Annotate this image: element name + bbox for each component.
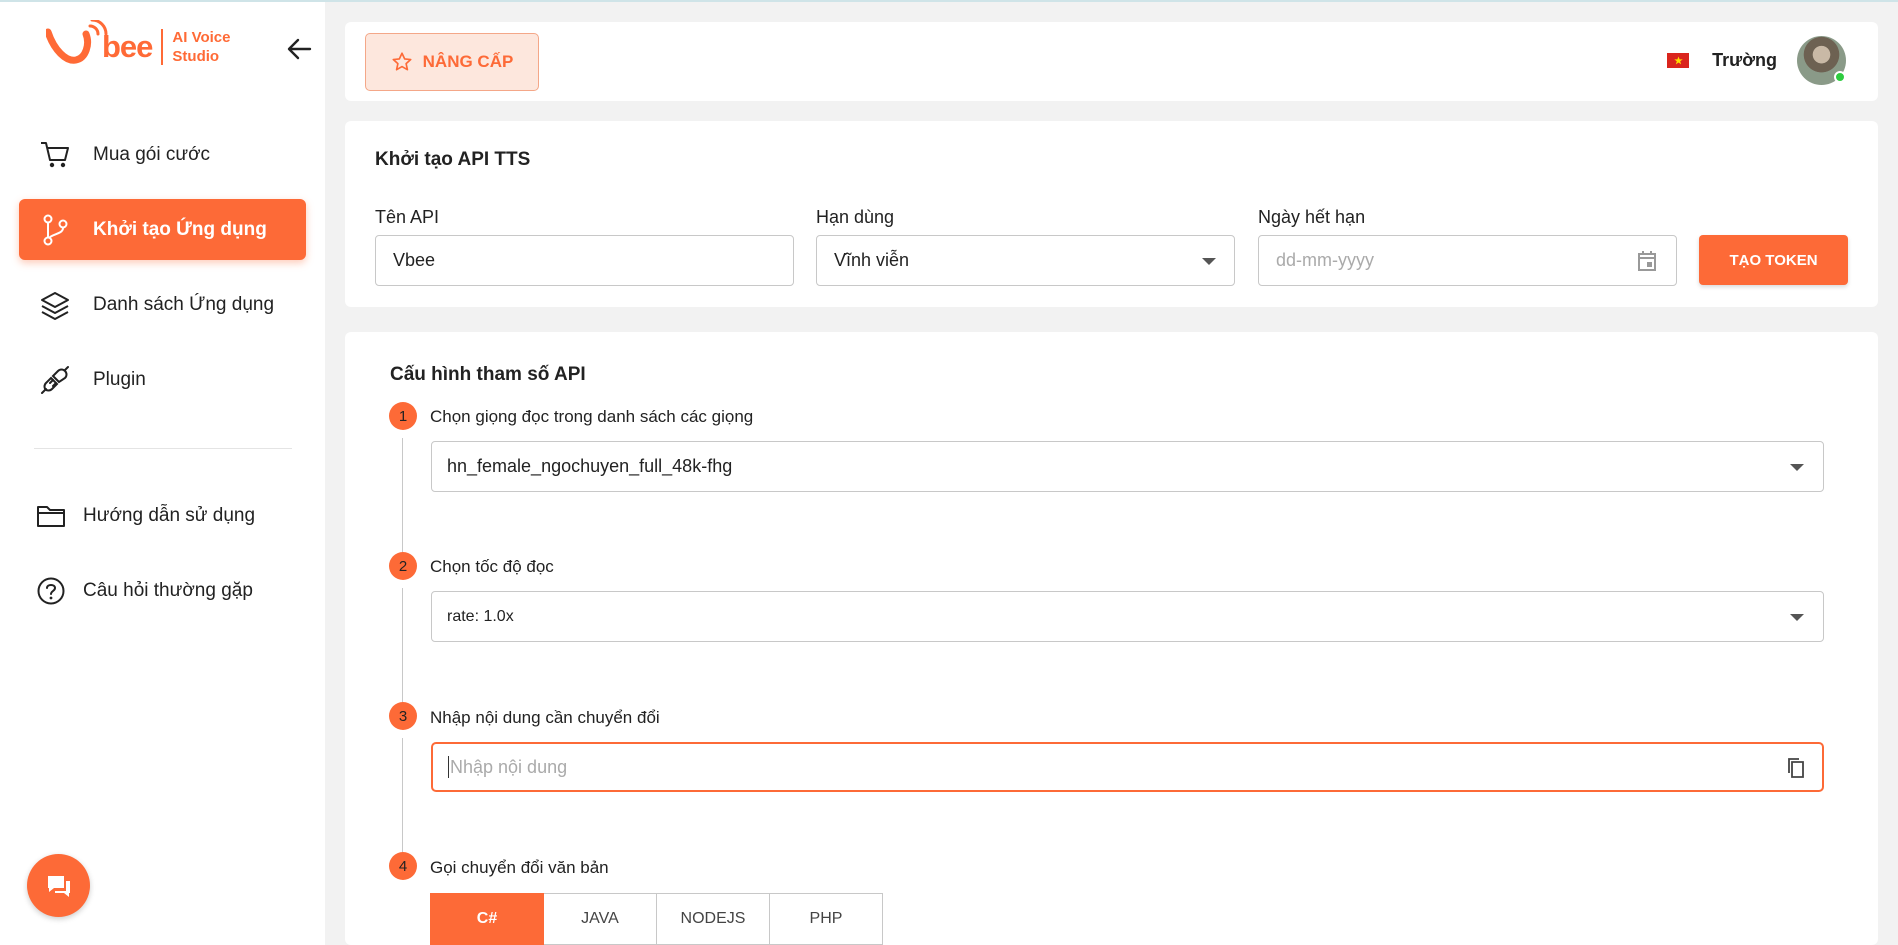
sidebar-item-label: Mua gói cước	[93, 143, 211, 165]
calendar-icon[interactable]	[1635, 249, 1659, 273]
sidebar-item-buy-package[interactable]: Mua gói cước	[19, 124, 306, 185]
speed-select[interactable]: rate: 1.0x	[431, 591, 1824, 642]
language-tabs: C# JAVA NODEJS PHP	[430, 893, 883, 945]
expiry-date-label: Ngày hết hạn	[1258, 207, 1366, 227]
api-config-card: Cấu hình tham số API 1 Chọn giọng đọc tr…	[345, 332, 1878, 945]
chat-support-button[interactable]	[27, 854, 90, 917]
collapse-sidebar-arrow-icon[interactable]	[284, 34, 318, 64]
copy-icon[interactable]	[1786, 757, 1806, 779]
content-input[interactable]: Nhập nội dung	[431, 742, 1824, 792]
branch-icon	[38, 213, 72, 247]
voice-select[interactable]: hn_female_ngochuyen_full_48k-fhg	[431, 441, 1824, 492]
help-circle-icon	[34, 574, 68, 608]
create-api-title: Khởi tạo API TTS	[375, 149, 531, 170]
sidebar-item-app-list[interactable]: Danh sách Ứng dụng	[19, 274, 306, 335]
top-bar: NÂNG CẤP Trường	[345, 22, 1878, 101]
step-title: Nhập nội dung cần chuyển đổi	[430, 708, 660, 727]
api-name-value: Vbee	[393, 250, 436, 270]
chevron-down-icon	[1202, 258, 1216, 265]
config-title: Cấu hình tham số API	[390, 364, 586, 385]
logo-tagline-line2: Studio	[172, 48, 220, 65]
upgrade-label: NÂNG CẤP	[422, 52, 514, 71]
sidebar-item-faq[interactable]: Câu hỏi thường gặp	[19, 560, 306, 621]
star-icon	[392, 52, 412, 71]
expiry-date-placeholder: dd-mm-yyyy	[1276, 250, 1374, 270]
duration-value: Vĩnh viễn	[834, 250, 910, 270]
sidebar-item-user-guide[interactable]: Hướng dẫn sử dụng	[19, 485, 306, 546]
avatar[interactable]	[1797, 36, 1846, 85]
sidebar-item-label: Hướng dẫn sử dụng	[83, 504, 256, 526]
sidebar-item-plugin[interactable]: Plugin	[19, 349, 306, 410]
vbee-logo-mark-icon	[46, 20, 108, 64]
step-number: 2	[389, 552, 417, 580]
sidebar-divider	[34, 448, 292, 449]
duration-select[interactable]: Vĩnh viễn	[816, 235, 1235, 286]
user-name[interactable]: Trường	[1712, 50, 1777, 71]
logo-wordmark: bee	[102, 29, 153, 64]
step-number: 4	[389, 852, 417, 880]
online-status-indicator	[1834, 71, 1846, 83]
step-number: 1	[389, 402, 417, 430]
plug-icon	[38, 363, 72, 397]
cart-icon	[38, 138, 72, 172]
api-name-input[interactable]: Vbee	[375, 235, 794, 286]
tab-php[interactable]: PHP	[770, 893, 883, 945]
layers-icon	[38, 288, 72, 322]
logo-tagline: AI Voice Studio	[172, 28, 230, 66]
vietnam-flag-icon[interactable]	[1667, 53, 1690, 68]
user-menu[interactable]: Trường	[1667, 36, 1846, 85]
step-number: 3	[389, 702, 417, 730]
logo-divider	[161, 29, 164, 65]
tab-nodejs[interactable]: NODEJS	[657, 893, 770, 945]
tab-java[interactable]: JAVA	[544, 893, 657, 945]
voice-value: hn_female_ngochuyen_full_48k-fhg	[447, 456, 733, 476]
step-title: Chọn tốc độ đọc	[430, 557, 554, 576]
logo-tagline-line1: AI Voice	[172, 29, 231, 46]
sidebar: bee AI Voice Studio Mua gói cước Khởi tạ…	[0, 2, 325, 945]
sidebar-item-create-app[interactable]: Khởi tạo Ứng dụng	[19, 199, 306, 260]
folder-icon	[34, 499, 68, 533]
vbee-logo[interactable]: bee AI Voice Studio	[46, 20, 231, 66]
text-cursor	[448, 756, 449, 778]
chat-icon	[47, 875, 70, 897]
sidebar-item-label: Plugin	[93, 368, 146, 390]
speed-value: rate: 1.0x	[447, 607, 514, 625]
chevron-down-icon	[1790, 614, 1804, 621]
sidebar-item-label: Danh sách Ứng dụng	[93, 293, 275, 315]
sidebar-item-label: Khởi tạo Ứng dụng	[93, 218, 267, 240]
create-api-card: Khởi tạo API TTS Tên API Vbee Hạn dùng V…	[345, 121, 1878, 307]
create-token-button[interactable]: TẠO TOKEN	[1699, 235, 1848, 285]
upgrade-button[interactable]: NÂNG CẤP	[365, 33, 539, 91]
api-name-label: Tên API	[375, 207, 440, 227]
expiry-date-input[interactable]: dd-mm-yyyy	[1258, 235, 1677, 286]
duration-label: Hạn dùng	[816, 207, 895, 227]
content-placeholder: Nhập nội dung	[450, 756, 568, 777]
sidebar-item-label: Câu hỏi thường gặp	[83, 579, 253, 601]
step-title: Chọn giọng đọc trong danh sách các giọng	[430, 407, 754, 426]
tab-csharp[interactable]: C#	[430, 893, 544, 945]
chevron-down-icon	[1790, 464, 1804, 471]
step-title: Gọi chuyển đổi văn bản	[430, 858, 609, 877]
